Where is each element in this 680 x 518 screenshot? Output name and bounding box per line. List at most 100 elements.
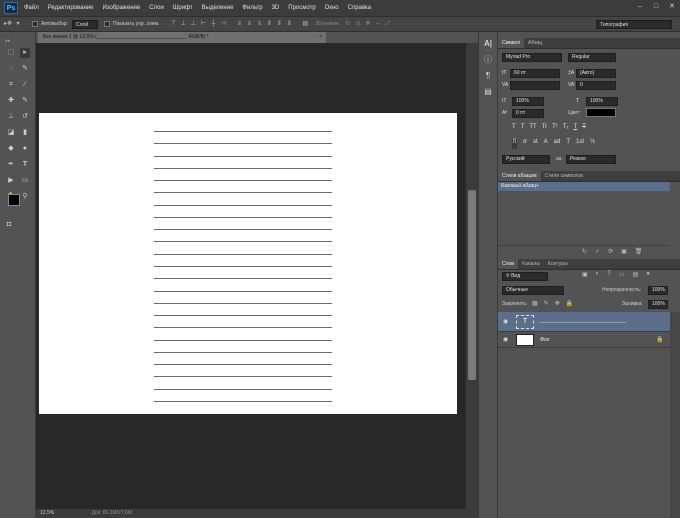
old-style-button[interactable]: ơ [523,139,527,149]
zoom-level[interactable]: 12,5% [40,510,54,516]
align-middle-icon[interactable]: ⊥ [179,20,187,28]
kerning-field[interactable] [510,81,560,90]
menu-image[interactable]: Изображение [102,5,140,11]
tab-channels[interactable]: Каналы [518,259,544,269]
all-caps-button[interactable]: TT [529,124,536,134]
tab-character[interactable]: Символ [498,38,525,48]
filter-shape-icon[interactable]: ▭ [619,271,625,280]
align-bottom-icon[interactable]: ⊥ [189,20,197,28]
autoselect-checkbox[interactable] [32,21,38,27]
history-brush-tool-icon[interactable]: ↺ [20,112,30,122]
underline-button[interactable]: T [574,124,578,134]
layers-scrollbar[interactable] [670,312,680,518]
align-left-icon[interactable]: ⊢ [199,20,207,28]
document-tab[interactable]: Без имени-1 @ 12,5% (___________________… [38,32,326,43]
autoselect-dropdown[interactable]: Слой [71,19,98,29]
type-tool-icon[interactable]: T [20,160,30,170]
filter-type-icon[interactable]: T [607,271,611,280]
lasso-tool-icon[interactable]: ◌ [6,64,16,74]
dodge-tool-icon[interactable]: ● [20,144,30,154]
tracking-field[interactable]: 0 [576,81,616,90]
rectangle-tool-icon[interactable]: ▭ [20,176,30,186]
zoom-tool-icon[interactable]: ⚲ [20,192,30,202]
paragraph-panel-icon[interactable]: ¶ [482,70,494,82]
clear-override-icon[interactable]: ↻ [582,248,587,257]
marquee-tool-icon[interactable]: ⬚ [6,48,16,58]
lock-all-icon[interactable]: 🔒 [566,300,573,308]
document-info[interactable]: Док: 86,1M/27,6M [92,510,132,516]
info-panel-icon[interactable]: ⓘ [482,54,494,66]
menu-edit[interactable]: Редактирование [48,5,94,11]
distribute-top-icon[interactable]: ≡ [235,20,243,28]
menu-type[interactable]: Шрифт [173,5,193,11]
faux-bold-button[interactable]: T [512,124,516,134]
align-right-icon[interactable]: ⊣ [219,20,227,28]
filter-adjustment-icon[interactable]: ◐ [596,271,600,280]
align-center-icon[interactable]: ┼ [209,20,217,28]
align-top-icon[interactable]: ⊤ [169,20,177,28]
leading-field[interactable]: (Авто) [576,69,616,78]
eyedropper-tool-icon[interactable]: ⁄ [20,80,30,90]
antialias-select[interactable]: Резкое [566,155,616,164]
menu-view[interactable]: Просмотр [288,5,315,11]
small-caps-button[interactable]: Tr [542,124,547,134]
quick-select-tool-icon[interactable]: ✎ [20,64,30,74]
move-tool-preset-icon[interactable]: ▸✥ [4,20,12,28]
brush-tool-icon[interactable]: ✎ [20,96,30,106]
workspace-dropdown[interactable]: Типография [596,20,672,29]
strikethrough-button[interactable]: T [582,124,586,134]
paragraph-style-item[interactable]: Базовый абзац+ [498,182,670,191]
lock-position-icon[interactable]: ✥ [555,300,560,308]
stylistic-alternates-button[interactable]: ad [554,139,561,149]
eraser-tool-icon[interactable]: ◪ [6,128,16,138]
menu-file[interactable]: Файл [24,5,39,11]
faux-italic-button[interactable]: T [521,124,525,134]
eye-icon[interactable]: ◉ [503,336,508,343]
close-window-icon[interactable]: ✕ [668,3,676,11]
blur-tool-icon[interactable]: ◆ [6,144,16,154]
filter-pixel-icon[interactable]: ▣ [582,271,588,280]
font-size-field[interactable]: 60 пт [510,69,560,78]
path-selection-tool-icon[interactable]: ▶ [6,176,16,186]
menu-layers[interactable]: Слои [149,5,164,11]
tab-layers[interactable]: Слои [498,259,519,269]
maximize-icon[interactable]: □ [652,3,660,11]
ordinals-button[interactable]: 1st [576,139,584,149]
collapse-toolbar-icon[interactable]: ▸▸ [3,36,13,46]
tab-paths[interactable]: Контуры [544,259,572,269]
distribute-center-icon[interactable]: ⦀ [275,20,283,28]
font-family-select[interactable]: Myriad Pro [502,53,562,62]
fractions-button[interactable]: ½ [590,139,595,149]
glyphs-panel-icon[interactable]: ▤ [482,86,494,98]
ligatures-button[interactable]: fi [512,139,517,149]
chevron-down-icon[interactable]: ▾ [14,20,22,28]
tab-character-styles[interactable]: Стили символов [541,171,587,181]
show-controls-checkbox[interactable] [103,21,110,27]
font-style-select[interactable]: Regular [568,53,616,62]
text-color-swatch[interactable] [586,108,616,117]
superscript-button[interactable]: T¹ [552,124,558,134]
quick-mask-icon[interactable]: ◘ [4,220,14,230]
horizontal-scale-field[interactable]: 100% [586,97,618,106]
clone-stamp-tool-icon[interactable]: ⊥ [6,112,16,122]
distribute-left-icon[interactable]: ⦀ [265,20,273,28]
layer-name[interactable]: _______________________________ [540,318,626,324]
character-panel-icon[interactable]: A| [482,38,494,50]
subscript-button[interactable]: T₁ [563,124,569,134]
discretionary-ligatures-button[interactable]: st [533,139,538,149]
layer-row-background[interactable]: ◉ Фон 🔒 [498,332,680,348]
lock-pixels-icon[interactable]: ✎ [544,300,549,308]
redefine-icon[interactable]: ⟳ [608,248,613,257]
tab-paragraph[interactable]: Абзац [524,38,546,48]
blend-mode-select[interactable]: Обычные [502,286,564,295]
baseline-shift-field[interactable]: 0 пт [512,109,544,118]
menu-filter[interactable]: Фильтр [242,5,262,11]
apply-icon[interactable]: ✓ [595,248,600,257]
distribute-bottom-icon[interactable]: ≡ [255,20,263,28]
layer-filter-select[interactable]: ⚲ Вид [502,272,548,281]
filter-smart-object-icon[interactable]: ▤ [633,271,639,280]
move-tool-icon[interactable]: ▸ [20,48,30,58]
distribute-middle-icon[interactable]: ≡ [245,20,253,28]
fill-field[interactable]: 100% [648,300,668,309]
crop-tool-icon[interactable]: ⌗ [6,80,16,90]
